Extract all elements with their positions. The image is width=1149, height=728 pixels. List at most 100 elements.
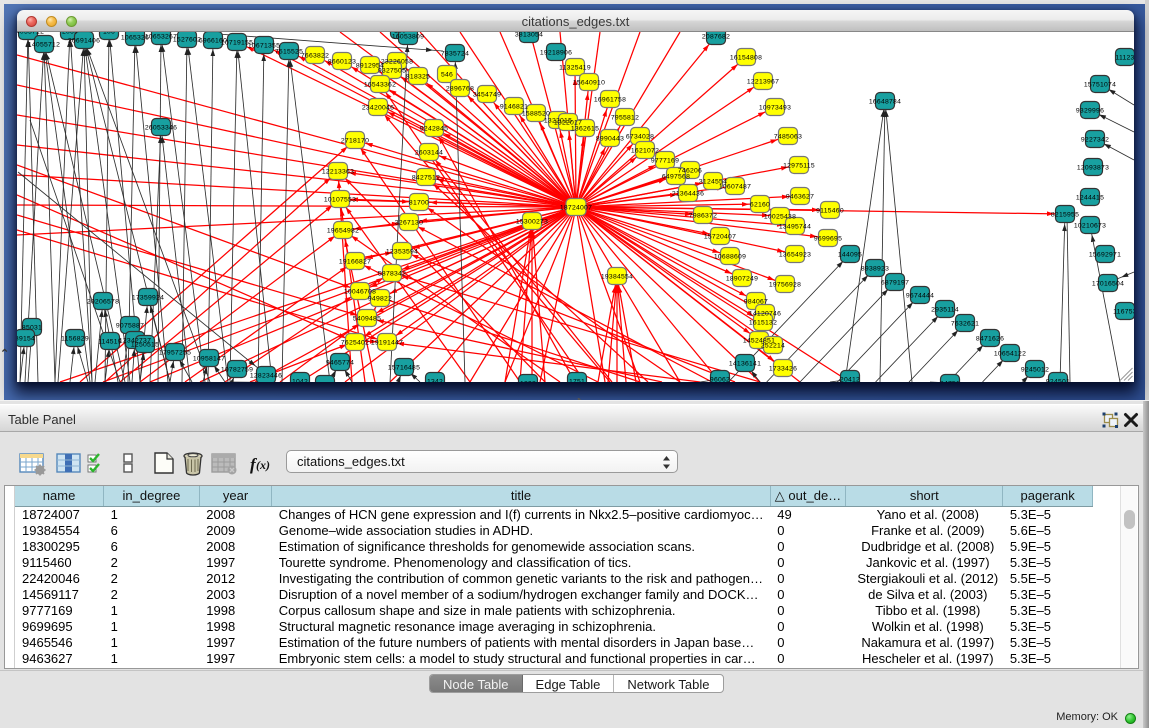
svg-text:8215955: 8215955 — [1051, 212, 1079, 219]
svg-text:13654923: 13654923 — [779, 252, 811, 259]
svg-text:1156829: 1156829 — [61, 336, 89, 343]
svg-text:14136141: 14136141 — [729, 361, 761, 368]
svg-text:7625402: 7625402 — [341, 340, 369, 347]
svg-text:3267130: 3267130 — [395, 220, 423, 227]
svg-text:10973493: 10973493 — [759, 105, 791, 112]
svg-text:17957255: 17957255 — [159, 350, 191, 357]
svg-text:2718170: 2718170 — [341, 138, 369, 145]
svg-text:1042: 1042 — [292, 379, 308, 383]
svg-text:9242845: 9242845 — [420, 126, 448, 133]
svg-text:12093873: 12093873 — [1077, 165, 1109, 172]
svg-text:14055712: 14055712 — [28, 42, 60, 49]
svg-text:85031: 85031 — [22, 325, 42, 332]
svg-text:9245012: 9245012 — [1021, 367, 1049, 374]
svg-text:106: 106 — [103, 32, 115, 36]
svg-text:16648784: 16648784 — [869, 99, 901, 106]
svg-text:19191447: 19191447 — [371, 340, 403, 347]
svg-text:19654982: 19654982 — [327, 228, 359, 235]
svg-text:5409485: 5409485 — [353, 316, 381, 323]
svg-text:10046708: 10046708 — [344, 289, 376, 296]
svg-text:12213363: 12213363 — [322, 169, 354, 176]
svg-text:7955812: 7955812 — [611, 115, 639, 122]
svg-text:14055712: 14055712 — [17, 32, 44, 36]
svg-text:5878342: 5878342 — [378, 271, 406, 278]
svg-text:26053346: 26053346 — [145, 125, 177, 132]
svg-text:62160: 62160 — [750, 202, 770, 209]
svg-text:1621072: 1621072 — [631, 148, 659, 155]
svg-text:2896768: 2896768 — [446, 86, 474, 93]
svg-text:19166827: 19166827 — [339, 259, 371, 266]
svg-text:21364436: 21364436 — [672, 191, 704, 198]
svg-text:9329996: 9329996 — [1076, 108, 1104, 115]
svg-text:1615132: 1615132 — [749, 320, 777, 327]
svg-text:2069: 2069 — [62, 32, 78, 36]
svg-text:9146821: 9146821 — [500, 104, 528, 111]
svg-text:96062: 96062 — [710, 377, 730, 383]
svg-text:144095: 144095 — [838, 252, 862, 259]
svg-text:10654122: 10654122 — [994, 351, 1026, 358]
svg-text:7485063: 7485063 — [774, 134, 802, 141]
svg-text:252214: 252214 — [761, 343, 785, 350]
svg-text:20691406: 20691406 — [68, 38, 100, 45]
svg-text:7835724: 7835724 — [441, 51, 469, 58]
svg-text:924501: 924501 — [1046, 379, 1070, 383]
svg-text:9227342: 9227342 — [1081, 137, 1109, 144]
svg-text:15692971: 15692971 — [1089, 252, 1121, 259]
svg-text:18724007: 18724007 — [560, 205, 592, 212]
svg-text:16961758: 16961758 — [594, 97, 626, 104]
svg-text:23420046: 23420046 — [362, 105, 394, 112]
svg-text:10958147: 10958147 — [193, 356, 225, 363]
svg-text:1250515: 1250515 — [131, 342, 159, 349]
svg-text:9327505: 9327505 — [378, 68, 406, 75]
svg-text:1733426: 1733426 — [769, 366, 797, 373]
svg-text:20206578: 20206578 — [87, 299, 119, 306]
svg-text:7663822: 7663822 — [301, 53, 329, 60]
svg-text:10025438: 10025438 — [764, 214, 796, 221]
svg-text:6497568: 6497568 — [662, 174, 690, 181]
svg-text:2087682: 2087682 — [702, 34, 730, 41]
svg-text:984067: 984067 — [744, 299, 768, 306]
svg-text:3813054: 3813054 — [515, 32, 543, 39]
svg-text:12353594: 12353594 — [386, 249, 418, 256]
svg-text:1244415: 1244415 — [1076, 195, 1104, 202]
svg-text:16053809: 16053809 — [392, 34, 424, 41]
svg-text:1527602: 1527602 — [173, 37, 201, 44]
svg-text:15716485: 15716485 — [388, 365, 420, 372]
svg-text:1362615: 1362615 — [571, 126, 599, 133]
svg-text:10107553: 10107553 — [324, 197, 356, 204]
svg-text:19218906: 19218906 — [540, 50, 572, 57]
svg-text:10688609: 10688609 — [714, 254, 746, 261]
svg-text:17359924: 17359924 — [132, 295, 164, 302]
svg-text:16543362: 16543362 — [364, 82, 396, 89]
svg-text:116753: 116753 — [1113, 309, 1134, 316]
svg-text:39154: 39154 — [17, 336, 35, 343]
svg-text:8427512: 8427512 — [412, 175, 440, 182]
svg-text:13495744: 13495744 — [779, 224, 811, 231]
svg-text:9465774: 9465774 — [326, 360, 354, 367]
svg-text:8471626: 8471626 — [976, 336, 1004, 343]
svg-text:9674444: 9674444 — [906, 293, 934, 300]
svg-text:20424: 20424 — [315, 382, 335, 383]
svg-text:15720407: 15720407 — [704, 234, 736, 241]
svg-text:2603144: 2603144 — [415, 150, 443, 157]
svg-text:9777169: 9777169 — [651, 158, 679, 165]
svg-text:6879197: 6879197 — [881, 280, 909, 287]
svg-text:1292: 1292 — [520, 381, 536, 383]
svg-text:6734028: 6734028 — [626, 134, 654, 141]
svg-text:2935114: 2935114 — [931, 307, 959, 314]
svg-text:546: 546 — [441, 72, 453, 79]
svg-text:949822: 949822 — [368, 296, 392, 303]
svg-text:11325419: 11325419 — [559, 65, 591, 72]
svg-text:84751: 84751 — [940, 381, 960, 383]
svg-text:10782759: 10782759 — [221, 367, 253, 374]
svg-text:19384554: 19384554 — [601, 274, 633, 281]
svg-text:9115460: 9115460 — [816, 208, 844, 215]
svg-text:15640910: 15640910 — [573, 80, 605, 87]
svg-text:10607487: 10607487 — [719, 184, 751, 191]
svg-text:12213967: 12213967 — [747, 79, 779, 86]
svg-text:81700: 81700 — [409, 200, 429, 207]
svg-text:1751: 1751 — [569, 379, 585, 383]
svg-text:12823446: 12823446 — [250, 373, 282, 380]
svg-text:7632621: 7632621 — [951, 321, 979, 328]
svg-text:7515525: 7515525 — [275, 49, 303, 56]
